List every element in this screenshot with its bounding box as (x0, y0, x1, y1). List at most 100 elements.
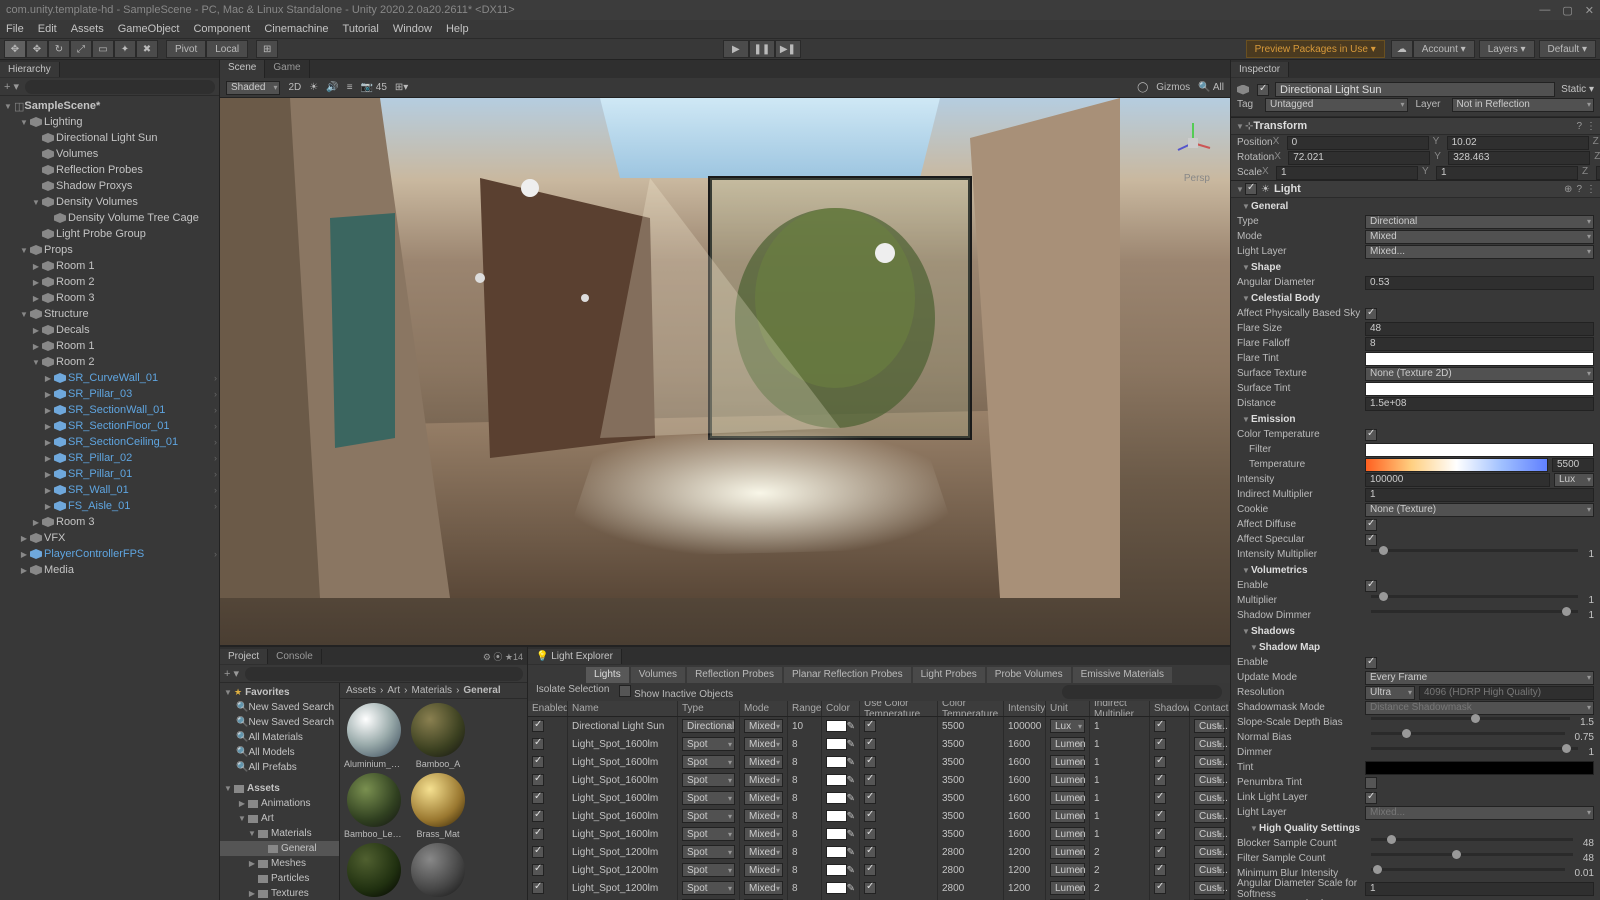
color-temp-toggle[interactable] (1365, 429, 1377, 441)
light-type[interactable]: Directional (1365, 215, 1594, 229)
filter-samples[interactable] (1371, 853, 1573, 856)
hierarchy-search[interactable] (25, 80, 215, 94)
account-menu[interactable]: Account ▾ (1413, 40, 1475, 58)
temp-value[interactable] (1552, 458, 1594, 472)
layer-dropdown[interactable]: Not in Reflection (1452, 98, 1595, 112)
hierarchy-item[interactable]: ▼Lighting (0, 114, 219, 130)
min-blur[interactable] (1371, 868, 1565, 871)
col-range[interactable]: Range (788, 701, 822, 716)
light-row[interactable]: Light_Spot_1600lmSpotMixed8 ✎35001600Lum… (528, 753, 1230, 771)
pause-button[interactable]: ❚❚ (749, 40, 775, 58)
light-row[interactable]: Light_Spot_1600lmSpotMixed8 ✎35001600Lum… (528, 735, 1230, 753)
indirect-mult[interactable] (1365, 488, 1594, 502)
light-row[interactable]: Light_Spot_1200lmSpotMixed8 ✎28001200Lum… (528, 879, 1230, 897)
inspector-tab[interactable]: Inspector (1231, 62, 1289, 77)
ang-diam-scale[interactable] (1365, 882, 1594, 896)
project-tab[interactable]: Project (220, 649, 268, 664)
hierarchy-item[interactable]: ▶SR_SectionFloor_01› (0, 418, 219, 434)
play-button[interactable]: ▶ (723, 40, 749, 58)
hierarchy-item[interactable]: ▶PlayerControllerFPS› (0, 546, 219, 562)
hierarchy-item[interactable]: Light Probe Group (0, 226, 219, 242)
col-mode[interactable]: Mode (740, 701, 788, 716)
scl-x[interactable] (1276, 166, 1418, 180)
hierarchy-item[interactable]: ▶Room 2 (0, 274, 219, 290)
folder-item[interactable]: ▶Textures (220, 886, 339, 900)
console-tab[interactable]: Console (268, 649, 322, 664)
light-explorer-tab[interactable]: 💡 Light Explorer (528, 649, 622, 664)
favorite-item[interactable]: 🔍 All Models (220, 745, 339, 760)
material-thumb[interactable]: Aluminium_Mat (344, 703, 404, 769)
res-value[interactable] (1419, 686, 1594, 700)
affect-diffuse[interactable] (1365, 519, 1377, 531)
hierarchy-item[interactable]: ▼Props (0, 242, 219, 258)
shadow-tint[interactable] (1365, 761, 1594, 775)
material-thumb[interactable]: Brass_Mat (408, 773, 468, 839)
vol-mult-slider[interactable] (1371, 595, 1578, 598)
col-enabled[interactable]: Enabled (528, 701, 568, 716)
rot-x[interactable] (1288, 151, 1430, 165)
light-mode[interactable]: Mixed (1365, 230, 1594, 244)
hierarchy-item[interactable]: ▶Media (0, 562, 219, 578)
gameobject-name-field[interactable] (1275, 82, 1555, 97)
shadow-enable[interactable] (1365, 657, 1377, 669)
preset-icon[interactable]: ⊕ (1564, 184, 1572, 195)
penumbra-tint[interactable] (1365, 777, 1377, 789)
filter-color[interactable] (1365, 443, 1594, 457)
surface-tint[interactable] (1365, 382, 1594, 396)
breadcrumb[interactable]: Assets › Art › Materials › General (340, 683, 527, 699)
assets-header[interactable]: ▼Assets (220, 781, 339, 796)
hierarchy-item[interactable]: ▶SR_Pillar_02› (0, 450, 219, 466)
close-icon[interactable]: ✕ (1585, 4, 1594, 17)
hierarchy-item[interactable]: ▶Room 3 (0, 290, 219, 306)
favorite-item[interactable]: 🔍 New Saved Search (220, 700, 339, 715)
hierarchy-item[interactable]: ▶Room 3 (0, 514, 219, 530)
hierarchy-item[interactable]: ▶VFX (0, 530, 219, 546)
light-header[interactable]: Light (1274, 183, 1564, 195)
link-light-layer[interactable] (1365, 792, 1377, 804)
material-thumb[interactable]: Collision_Mat (408, 843, 468, 900)
menu-tutorial[interactable]: Tutorial (343, 23, 379, 35)
rot-y[interactable] (1448, 151, 1590, 165)
dimmer-slider[interactable] (1371, 747, 1578, 750)
project-search[interactable] (245, 667, 523, 681)
audio-toggle-icon[interactable]: 🔊 (326, 82, 338, 93)
hierarchy-item[interactable]: ▶Decals (0, 322, 219, 338)
hierarchy-item[interactable]: ▶SR_SectionWall_01› (0, 402, 219, 418)
col-cont[interactable]: Contact (1190, 701, 1230, 716)
hand-tool[interactable]: ✥ (4, 40, 26, 58)
shading-mode[interactable]: Shaded (226, 81, 280, 95)
menu-edit[interactable]: Edit (38, 23, 57, 35)
col-im[interactable]: Indirect Multiplier (1090, 701, 1150, 716)
favorite-item[interactable]: 🔍 New Saved Search (220, 715, 339, 730)
lightexp-subtab[interactable]: Emissive Materials (1073, 667, 1172, 683)
transform-tool[interactable]: ✦ (114, 40, 136, 58)
rotate-tool[interactable]: ↻ (48, 40, 70, 58)
preview-packages[interactable]: Preview Packages in Use ▾ (1246, 40, 1385, 58)
isolate-button[interactable]: Isolate Selection (536, 684, 609, 700)
scl-y[interactable] (1436, 166, 1578, 180)
hierarchy-item[interactable]: ▶SR_Wall_01› (0, 482, 219, 498)
menu-file[interactable]: File (6, 23, 24, 35)
hierarchy-item[interactable]: Reflection Probes (0, 162, 219, 178)
col-int[interactable]: Intensity (1004, 701, 1046, 716)
custom-tool[interactable]: ✖ (136, 40, 158, 58)
fx-toggle-icon[interactable]: ≡ (347, 82, 353, 93)
light-enabled[interactable] (1245, 183, 1257, 195)
flare-tint[interactable] (1365, 352, 1594, 366)
camera-fov[interactable]: 📷 45 (361, 82, 387, 93)
material-thumb[interactable]: Bamboo_A (408, 703, 468, 769)
camera-icon[interactable]: ◯ (1137, 82, 1148, 93)
grid-icon[interactable]: ⊞▾ (395, 82, 408, 93)
favorite-item[interactable]: 🔍 All Prefabs (220, 760, 339, 775)
hierarchy-item[interactable]: ▼Room 2 (0, 354, 219, 370)
lightexp-subtab[interactable]: Reflection Probes (687, 667, 782, 683)
favorites-header[interactable]: ▼★Favorites (220, 685, 339, 700)
lightexp-subtab[interactable]: Probe Volumes (987, 667, 1071, 683)
scene-tab[interactable]: Scene (220, 60, 265, 78)
scene-root[interactable]: ▼◫ SampleScene* (0, 98, 219, 114)
affect-sky[interactable] (1365, 308, 1377, 320)
light-row[interactable]: Light_Spot_1200lmSpotMixed8 ✎28001200Lum… (528, 843, 1230, 861)
light-toggle-icon[interactable]: ☀ (309, 82, 318, 93)
folder-item[interactable]: ▶Meshes (220, 856, 339, 871)
menu-cinemachine[interactable]: Cinemachine (264, 23, 328, 35)
